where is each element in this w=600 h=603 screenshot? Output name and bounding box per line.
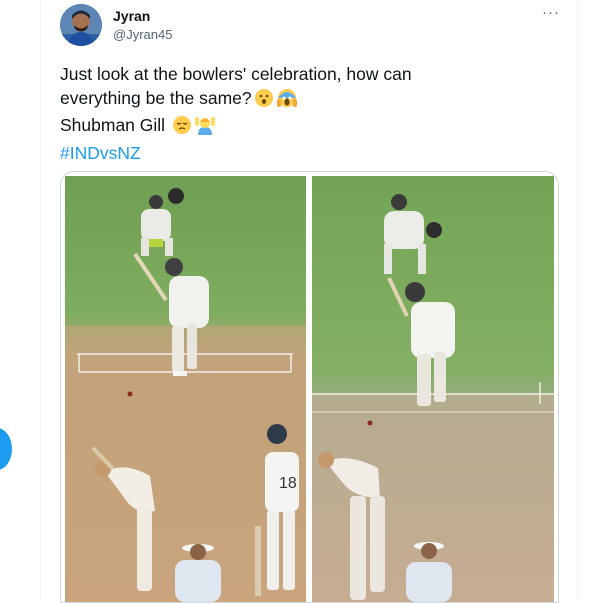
tweet-line-2: everything be the same? bbox=[60, 87, 252, 108]
cricket-frame-left[interactable]: 18 bbox=[65, 176, 306, 602]
hashtag-link[interactable]: #INDvsNZ bbox=[60, 142, 560, 166]
author-handle[interactable]: @Jyran45 bbox=[113, 27, 172, 42]
tweet-media[interactable]: 18 bbox=[60, 171, 559, 603]
screaming-face-emoji bbox=[276, 88, 298, 115]
tweet-line-2-wrap: everything be the same? bbox=[60, 87, 560, 115]
tweet-line-3-wrap: Shubman Gill bbox=[60, 114, 560, 142]
more-options-icon[interactable]: ··· bbox=[542, 4, 560, 21]
jersey-number: 18 bbox=[279, 475, 297, 492]
person-raising-hands-emoji bbox=[194, 115, 216, 142]
player-name-text: Shubman Gill bbox=[60, 115, 166, 135]
tweet-line-1: Just look at the bowlers' celebration, h… bbox=[60, 64, 412, 84]
tweet-text: Just look at the bowlers' celebration, h… bbox=[60, 63, 560, 165]
relieved-face-emoji bbox=[172, 115, 192, 142]
author-name[interactable]: Jyran bbox=[113, 8, 150, 24]
author-avatar[interactable] bbox=[60, 4, 102, 46]
cricket-frame-right[interactable] bbox=[312, 176, 554, 602]
hushed-face-emoji bbox=[254, 88, 274, 115]
floating-action-button[interactable] bbox=[0, 428, 12, 470]
